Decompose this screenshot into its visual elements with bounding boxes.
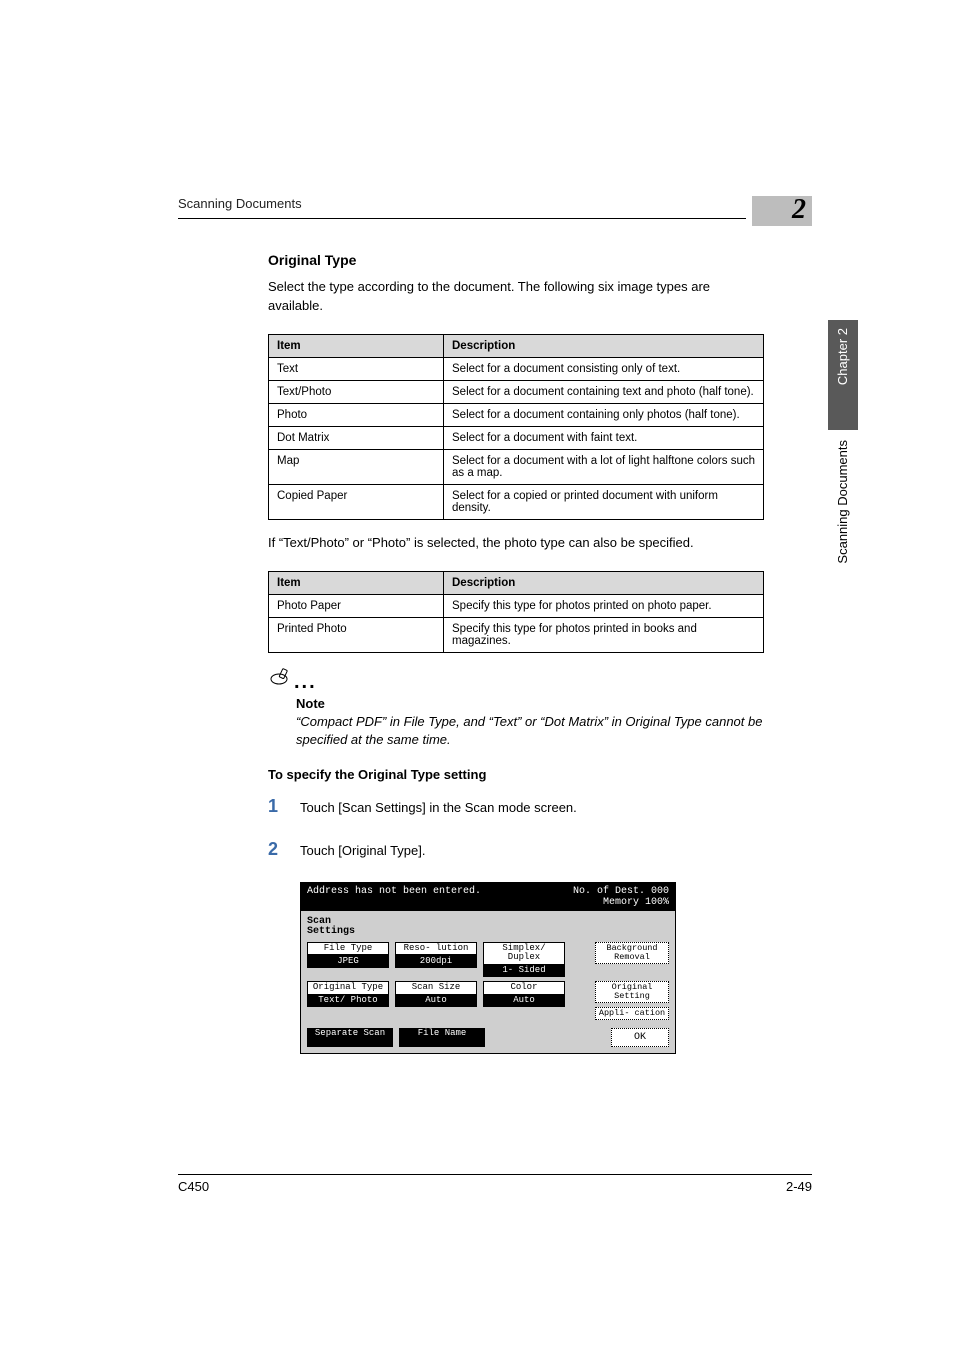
lcd-button-label: Simplex/ Duplex bbox=[483, 942, 565, 965]
lcd-color-button[interactable]: Color Auto bbox=[483, 981, 565, 1020]
table-cell: Select for a document with faint text. bbox=[444, 426, 764, 449]
table-row: Photo PaperSpecify this type for photos … bbox=[269, 594, 764, 617]
lcd-scan-settings-tab[interactable]: Scan Settings bbox=[307, 917, 669, 938]
side-tab-section: Scanning Documents bbox=[828, 432, 858, 577]
table-cell: Select for a document with a lot of ligh… bbox=[444, 449, 764, 484]
lcd-button-value: Auto bbox=[395, 995, 477, 1007]
lcd-button-label: File Type bbox=[307, 942, 389, 955]
page-footer: C450 2-49 bbox=[178, 1174, 812, 1194]
running-header-rule bbox=[178, 218, 746, 219]
photo-type-table: Item Description Photo PaperSpecify this… bbox=[268, 571, 764, 653]
table-head-item: Item bbox=[269, 571, 444, 594]
lcd-button-value: Text/ Photo bbox=[307, 995, 389, 1007]
table-head-item: Item bbox=[269, 334, 444, 357]
step-number: 1 bbox=[268, 796, 300, 817]
table-cell: Dot Matrix bbox=[269, 426, 444, 449]
lcd-separate-scan-button[interactable]: Separate Scan bbox=[307, 1028, 393, 1047]
table-cell: Select for a copied or printed document … bbox=[444, 484, 764, 519]
lcd-tab-label-line: Settings bbox=[307, 926, 355, 937]
lcd-button-label: Original Type bbox=[307, 981, 389, 994]
lcd-body: Scan Settings File Type JPEG Reso- lutio… bbox=[301, 911, 675, 1053]
lcd-button-label: Reso- lution bbox=[395, 942, 477, 955]
lcd-file-name-button[interactable]: File Name bbox=[399, 1028, 485, 1047]
table-cell: Text bbox=[269, 357, 444, 380]
chapter-number: 2 bbox=[792, 194, 806, 226]
lcd-simplex-duplex-button[interactable]: Simplex/ Duplex 1- Sided bbox=[483, 942, 565, 977]
lcd-button-label: Color bbox=[483, 981, 565, 994]
side-tab-section-label: Scanning Documents bbox=[828, 432, 858, 572]
procedure-title: To specify the Original Type setting bbox=[268, 767, 764, 782]
lcd-scan-size-button[interactable]: Scan Size Auto bbox=[395, 981, 477, 1020]
lcd-row-3: Separate Scan File Name OK bbox=[307, 1028, 669, 1047]
lcd-button-label: Scan Size bbox=[395, 981, 477, 994]
table-cell: Select for a document containing text an… bbox=[444, 380, 764, 403]
original-type-table: Item Description TextSelect for a docume… bbox=[268, 334, 764, 520]
table-cell: Photo Paper bbox=[269, 594, 444, 617]
table-cell: Photo bbox=[269, 403, 444, 426]
lcd-background-removal-button[interactable]: Background Removal bbox=[595, 942, 669, 964]
table-row: Dot MatrixSelect for a document with fai… bbox=[269, 426, 764, 449]
table-head-description: Description bbox=[444, 571, 764, 594]
step-1: 1 Touch [Scan Settings] in the Scan mode… bbox=[268, 796, 764, 817]
step-2: 2 Touch [Original Type]. bbox=[268, 839, 764, 860]
footer-page-number: 2-49 bbox=[786, 1179, 812, 1194]
lcd-file-type-button[interactable]: File Type JPEG bbox=[307, 942, 389, 977]
table-row: Copied PaperSelect for a copied or print… bbox=[269, 484, 764, 519]
table-cell: Specify this type for photos printed on … bbox=[444, 594, 764, 617]
lcd-button-value: 1- Sided bbox=[483, 965, 565, 977]
lcd-original-type-button[interactable]: Original Type Text/ Photo bbox=[307, 981, 389, 1020]
note-block: ... Note “Compact PDF” in File Type, and… bbox=[268, 667, 764, 749]
side-tab-chapter: Chapter 2 bbox=[828, 320, 858, 430]
step-number: 2 bbox=[268, 839, 300, 860]
lcd-row-1: File Type JPEG Reso- lution 200dpi Simpl… bbox=[307, 942, 669, 977]
lcd-ok-button[interactable]: OK bbox=[611, 1028, 669, 1047]
lcd-resolution-button[interactable]: Reso- lution 200dpi bbox=[395, 942, 477, 977]
lcd-button-value: 200dpi bbox=[395, 955, 477, 967]
lcd-dest-count: No. of Dest. 000 bbox=[573, 886, 669, 897]
note-text: “Compact PDF” in File Type, and “Text” o… bbox=[296, 713, 764, 749]
note-label: Note bbox=[296, 696, 764, 711]
lcd-header: Address has not been entered. No. of Des… bbox=[301, 883, 675, 911]
table-row: PhotoSelect for a document containing on… bbox=[269, 403, 764, 426]
lcd-button-value: JPEG bbox=[307, 955, 389, 967]
step-text: Touch [Original Type]. bbox=[300, 843, 426, 858]
table-row: TextSelect for a document consisting onl… bbox=[269, 357, 764, 380]
lcd-memory-status: Memory 100% bbox=[573, 897, 669, 908]
table-cell: Map bbox=[269, 449, 444, 484]
table-cell: Text/Photo bbox=[269, 380, 444, 403]
note-dots-icon: ... bbox=[294, 671, 317, 693]
table-row: Text/PhotoSelect for a document containi… bbox=[269, 380, 764, 403]
lcd-header-status: No. of Dest. 000 Memory 100% bbox=[573, 886, 669, 908]
section-title: Original Type bbox=[268, 252, 764, 268]
lcd-application-button[interactable]: Appli- cation bbox=[595, 1007, 669, 1020]
note-icon bbox=[268, 667, 290, 694]
footer-model: C450 bbox=[178, 1179, 209, 1194]
lcd-panel-screenshot: Address has not been entered. No. of Des… bbox=[300, 882, 676, 1054]
running-header: Scanning Documents bbox=[178, 196, 812, 211]
lcd-header-message: Address has not been entered. bbox=[307, 886, 481, 908]
table-cell: Select for a document containing only ph… bbox=[444, 403, 764, 426]
table-cell: Select for a document consisting only of… bbox=[444, 357, 764, 380]
chapter-number-badge: 2 bbox=[752, 196, 812, 226]
after-table1-paragraph: If “Text/Photo” or “Photo” is selected, … bbox=[268, 534, 764, 553]
content-area: Original Type Select the type according … bbox=[268, 252, 764, 1054]
table-row: Printed PhotoSpecify this type for photo… bbox=[269, 617, 764, 652]
side-tab-chapter-label: Chapter 2 bbox=[828, 320, 858, 393]
table-row: MapSelect for a document with a lot of l… bbox=[269, 449, 764, 484]
step-text: Touch [Scan Settings] in the Scan mode s… bbox=[300, 800, 577, 815]
intro-paragraph: Select the type according to the documen… bbox=[268, 278, 764, 316]
table-cell: Specify this type for photos printed in … bbox=[444, 617, 764, 652]
lcd-button-value: Auto bbox=[483, 995, 565, 1007]
table-cell: Copied Paper bbox=[269, 484, 444, 519]
table-head-description: Description bbox=[444, 334, 764, 357]
table-cell: Printed Photo bbox=[269, 617, 444, 652]
lcd-row-2: Original Type Text/ Photo Scan Size Auto… bbox=[307, 981, 669, 1020]
lcd-original-setting-button[interactable]: Original Setting bbox=[595, 981, 669, 1003]
